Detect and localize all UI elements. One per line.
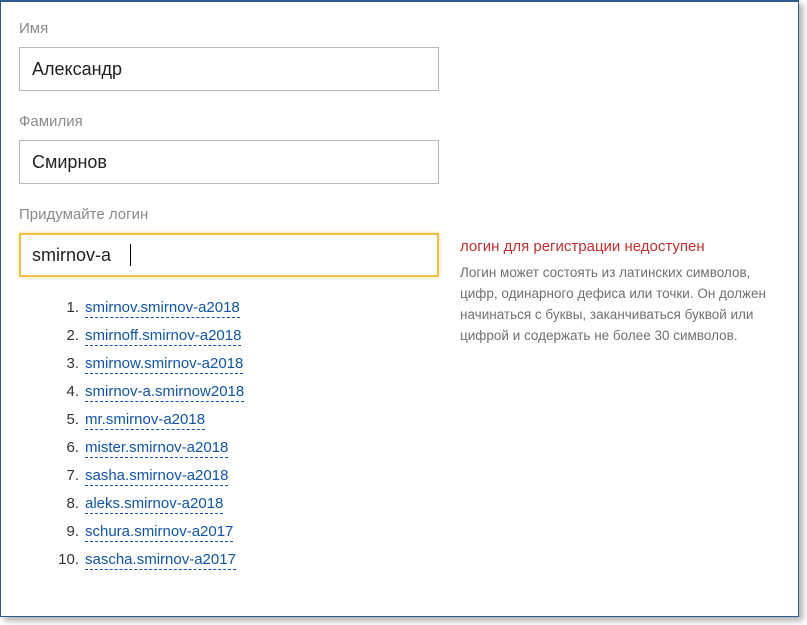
suggestion-number: 3. (55, 355, 79, 372)
suggestion-link[interactable]: aleks.smirnov-a2018 (85, 495, 223, 514)
suggestion-item: 1. smirnov.smirnov-a2018 (55, 299, 449, 318)
last-name-input[interactable] (19, 140, 439, 184)
first-name-label: Имя (19, 20, 449, 37)
suggestion-link[interactable]: mister.smirnov-a2018 (85, 439, 228, 458)
suggestion-number: 2. (55, 327, 79, 344)
suggestion-number: 4. (55, 383, 79, 400)
suggestion-number: 8. (55, 495, 79, 512)
suggestion-number: 7. (55, 467, 79, 484)
text-cursor (130, 244, 131, 266)
validation-column: логин для регистрации недоступен Логин м… (460, 20, 780, 347)
suggestion-link[interactable]: smirnoff.smirnov-a2018 (85, 327, 241, 346)
suggestion-link[interactable]: sascha.smirnov-a2017 (85, 551, 236, 570)
login-label: Придумайте логин (19, 206, 449, 223)
suggestion-link[interactable]: mr.smirnov-a2018 (85, 411, 205, 430)
suggestion-item: 6. mister.smirnov-a2018 (55, 439, 449, 458)
suggestion-number: 9. (55, 523, 79, 540)
login-input-wrapper (19, 233, 439, 277)
suggestion-link[interactable]: smirnow.smirnov-a2018 (85, 355, 243, 374)
login-suggestions-list: 1. smirnov.smirnov-a2018 2. smirnoff.smirno… (19, 299, 449, 570)
suggestion-item: 4. smirnov-a.smirnow2018 (55, 383, 449, 402)
suggestion-item: 2. smirnoff.smirnov-a2018 (55, 327, 449, 346)
suggestion-item: 8. aleks.smirnov-a2018 (55, 495, 449, 514)
error-description: Логин может состоять из латинских символ… (460, 263, 776, 347)
last-name-group: Фамилия (19, 113, 449, 184)
suggestion-number: 10. (55, 551, 79, 568)
suggestion-item: 5. mr.smirnov-a2018 (55, 411, 449, 430)
suggestion-item: 3. smirnow.smirnov-a2018 (55, 355, 449, 374)
suggestion-item: 7. sasha.smirnov-a2018 (55, 467, 449, 486)
form-column: Имя Фамилия Придумайте логин 1. smirnov.s… (19, 20, 449, 579)
suggestion-link[interactable]: smirnov-a.smirnow2018 (85, 383, 244, 402)
login-group: Придумайте логин (19, 206, 449, 277)
suggestion-item: 10. sascha.smirnov-a2017 (55, 551, 449, 570)
login-input[interactable] (19, 233, 439, 277)
suggestion-number: 5. (55, 411, 79, 428)
registration-form-panel: Имя Фамилия Придумайте логин 1. smirnov.s… (0, 0, 799, 617)
suggestion-number: 1. (55, 299, 79, 316)
first-name-input[interactable] (19, 47, 439, 91)
suggestion-link[interactable]: schura.smirnov-a2017 (85, 523, 233, 542)
error-title: логин для регистрации недоступен (460, 238, 776, 255)
suggestion-link[interactable]: sasha.smirnov-a2018 (85, 467, 228, 486)
suggestion-link[interactable]: smirnov.smirnov-a2018 (85, 299, 240, 318)
first-name-group: Имя (19, 20, 449, 91)
last-name-label: Фамилия (19, 113, 449, 130)
suggestion-item: 9. schura.smirnov-a2017 (55, 523, 449, 542)
suggestion-number: 6. (55, 439, 79, 456)
